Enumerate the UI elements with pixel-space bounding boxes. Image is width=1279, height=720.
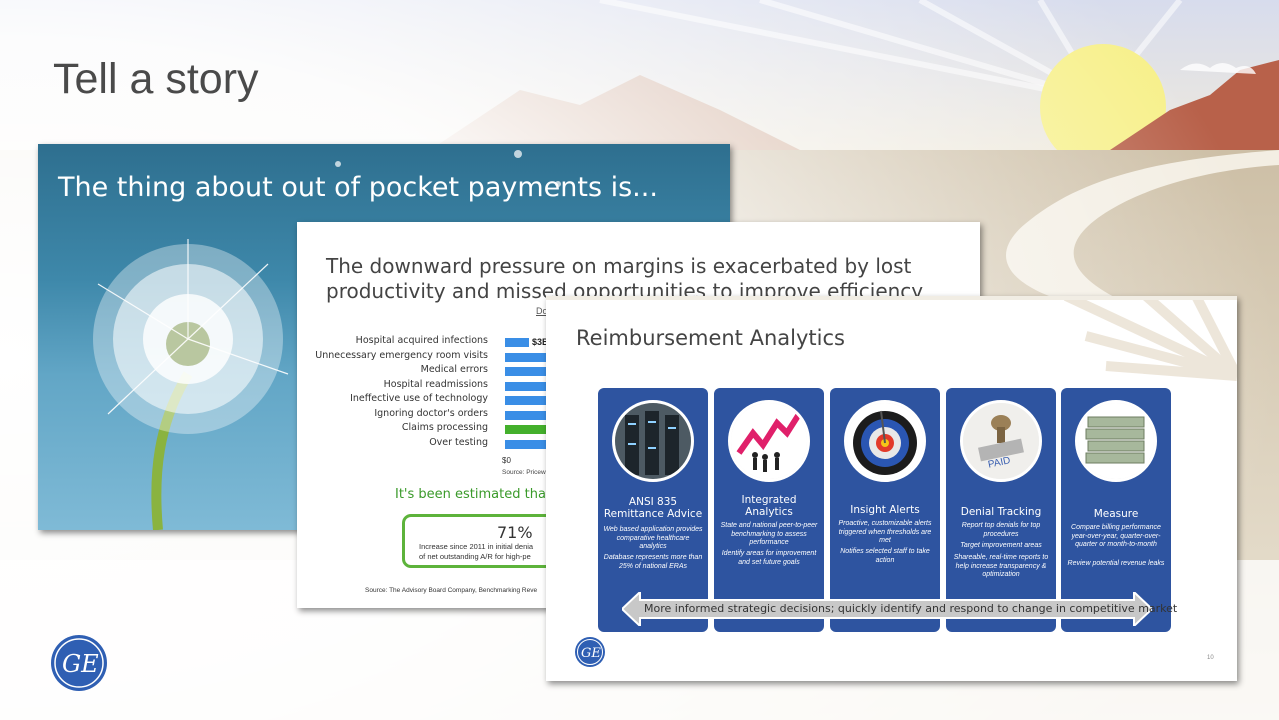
bar-label: Over testing bbox=[429, 436, 488, 448]
ge-logo-small-icon: GE bbox=[575, 637, 605, 667]
axis-zero-label: $0 bbox=[502, 456, 511, 465]
card-desc: Notifies selected staff to take action bbox=[840, 548, 930, 564]
card-title: Integrated Analytics bbox=[741, 494, 797, 518]
bar-label: Ignoring doctor's orders bbox=[374, 407, 488, 419]
estimate-text: It's been estimated that i bbox=[395, 487, 559, 502]
card-desc: Review potential revenue leaks bbox=[1067, 560, 1165, 567]
chart-source: Source: Pricew bbox=[502, 469, 546, 476]
slide2-footer: Source: The Advisory Board Company, Benc… bbox=[365, 587, 538, 594]
stat-desc-line2: of net outstanding A/R for high-pe bbox=[419, 552, 531, 561]
stat-description: Increase since 2011 in initial denia of … bbox=[419, 542, 559, 562]
card-desc: Database represents more than 25% of nat… bbox=[603, 554, 703, 570]
bar-label: Claims processing bbox=[401, 422, 488, 433]
svg-text:GE: GE bbox=[62, 650, 99, 678]
arrow-caption: More informed strategic decisions; quick… bbox=[644, 602, 1178, 615]
card-desc: Shareable, real-time reports to help inc… bbox=[953, 554, 1049, 578]
bar-label: Hospital acquired infections bbox=[355, 335, 488, 346]
card-desc: Identify areas for improvement and set f… bbox=[721, 550, 817, 566]
bar-label: Unnecessary emergency room visits bbox=[315, 349, 488, 361]
card-title: Denial Tracking bbox=[960, 506, 1042, 518]
target-icon bbox=[844, 400, 926, 482]
svg-text:GE: GE bbox=[581, 646, 601, 661]
growth-chart-icon bbox=[728, 400, 810, 482]
bar-label: Hospital readmissions bbox=[383, 378, 488, 390]
money-stack-icon bbox=[1075, 400, 1157, 482]
card-desc: Target improvement areas bbox=[960, 542, 1042, 549]
ge-logo-icon: GE bbox=[51, 635, 107, 691]
card-desc: Compare billing performance year-over-ye… bbox=[1071, 524, 1161, 548]
card-desc: Web based application provides comparati… bbox=[603, 526, 703, 550]
card-desc: Report top denials for top procedures bbox=[961, 522, 1041, 538]
slide3-title: Reimbursement Analytics bbox=[576, 326, 845, 350]
bar bbox=[505, 338, 529, 347]
slide-thumbnail-reimbursement[interactable]: Reimbursement Analytics ANSI 835 Remitta… bbox=[546, 296, 1237, 681]
slide2-title-line1: The downward pressure on margins is exac… bbox=[326, 254, 912, 278]
paid-stamp-icon: PAID bbox=[960, 400, 1042, 482]
stat-desc-line1: Increase since 2011 in initial denia bbox=[419, 542, 534, 551]
card-title: Measure bbox=[1093, 508, 1139, 520]
stat-value: 71% bbox=[497, 523, 533, 542]
card-title: Insight Alerts bbox=[850, 504, 920, 516]
card-desc: Proactive, customizable alerts triggered… bbox=[838, 520, 932, 544]
card-title: ANSI 835 Remittance Advice bbox=[603, 496, 703, 520]
server-rack-icon bbox=[612, 400, 694, 482]
card-desc: State and national peer-to-peer benchmar… bbox=[720, 522, 818, 546]
page-title: Tell a story bbox=[53, 55, 259, 103]
page-number: 10 bbox=[1207, 655, 1214, 661]
bar-label: Ineffective use of technology bbox=[350, 393, 488, 404]
bar-label: Medical errors bbox=[420, 364, 488, 375]
slide1-title: The thing about out of pocket payments i… bbox=[58, 172, 658, 203]
